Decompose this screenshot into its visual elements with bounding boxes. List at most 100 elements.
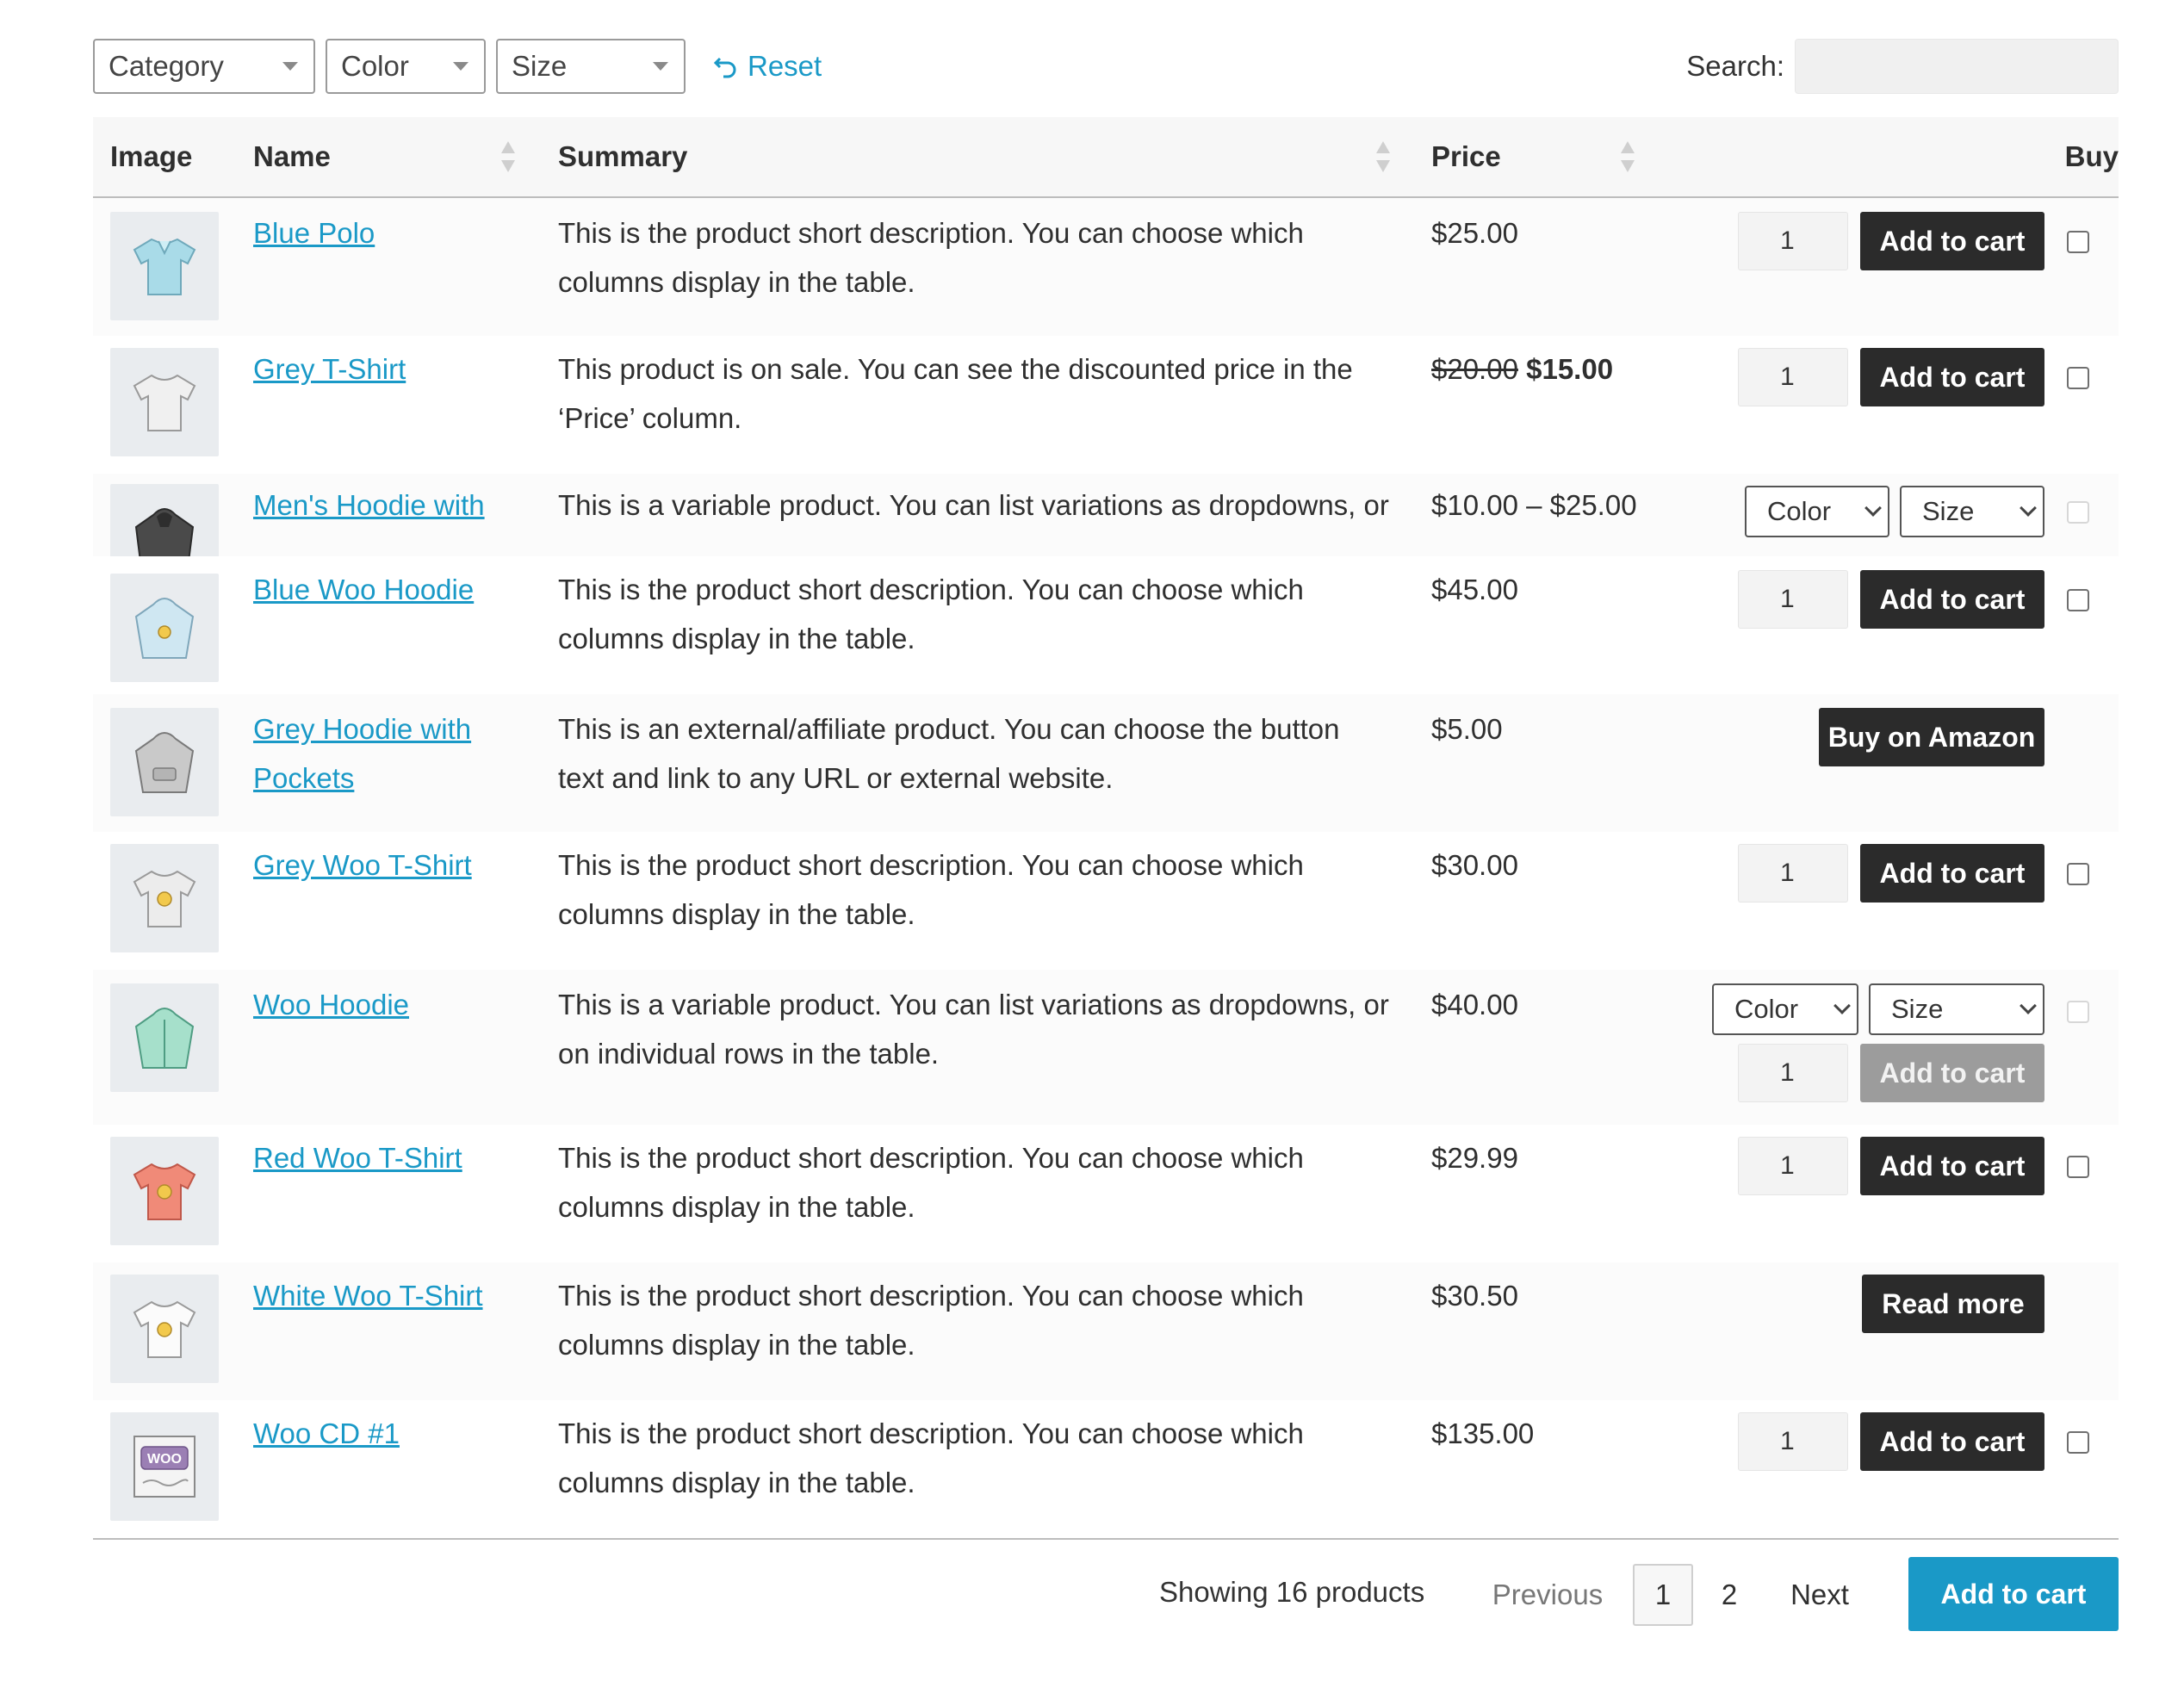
pagination-page-2[interactable]: 2 [1703, 1564, 1755, 1626]
grey-woo-tshirt-icon [133, 870, 196, 927]
product-price: $45.00 [1431, 574, 1518, 605]
product-summary: This is a variable product. You can list… [558, 489, 1389, 521]
select-checkbox[interactable] [2067, 589, 2089, 611]
variation-size-select[interactable]: Size [1869, 983, 2044, 1035]
summary-line: This product is on sale. You can see the… [558, 353, 1353, 385]
add-to-cart-button[interactable]: Add to cart [1860, 348, 2044, 406]
quantity-input[interactable]: 1 [1738, 1137, 1848, 1195]
quantity-input[interactable]: 1 [1738, 844, 1848, 903]
header-name[interactable]: Name [253, 117, 331, 196]
sort-icon[interactable] [1621, 141, 1635, 172]
blue-polo-shirt-icon [133, 238, 196, 295]
product-thumbnail[interactable] [110, 212, 219, 320]
variation-color-select[interactable]: Color [1712, 983, 1858, 1035]
quantity-input[interactable]: 1 [1738, 348, 1848, 406]
product-name-link[interactable]: Blue Polo [253, 208, 503, 257]
product-price: $25.00 [1431, 217, 1518, 249]
results-count: Showing 16 products [1159, 1576, 1425, 1608]
reset-label: Reset [748, 50, 822, 82]
select-checkbox[interactable] [2067, 367, 2089, 389]
product-name-line[interactable]: Pockets [253, 754, 503, 803]
quantity-input[interactable]: 1 [1738, 212, 1848, 270]
color-filter[interactable]: Color [326, 39, 486, 94]
grey-tshirt-icon [133, 374, 196, 431]
product-thumbnail[interactable] [110, 1137, 219, 1245]
quantity-input[interactable]: 1 [1738, 570, 1848, 629]
product-name-link[interactable]: Woo Hoodie [253, 980, 503, 1029]
sort-icon[interactable] [501, 141, 515, 172]
header-summary[interactable]: Summary [558, 117, 687, 196]
add-selected-to-cart-button[interactable]: Add to cart [1908, 1557, 2119, 1631]
summary-line: This is the product short description. Y… [558, 849, 1304, 881]
pagination-previous[interactable]: Previous [1492, 1564, 1604, 1626]
product-name-link[interactable]: Men's Hoodie with [253, 481, 503, 530]
product-name-link[interactable]: Blue Woo Hoodie [253, 565, 503, 614]
product-price: $5.00 [1431, 713, 1503, 745]
search-input[interactable] [1795, 39, 2119, 94]
summary-line: columns display in the table. [558, 1191, 915, 1223]
product-name-link[interactable]: Red Woo T-Shirt [253, 1133, 503, 1182]
blue-hoodie-icon [134, 598, 195, 659]
add-to-cart-button[interactable]: Add to cart [1860, 570, 2044, 629]
green-hoodie-icon [134, 1008, 195, 1069]
chevron-down-icon [2020, 499, 2037, 517]
select-checkbox[interactable] [2067, 501, 2089, 524]
quantity-input[interactable]: 1 [1738, 1044, 1848, 1102]
product-price: $135.00 [1431, 1417, 1535, 1449]
add-to-cart-button[interactable]: Add to cart [1860, 1137, 2044, 1195]
product-thumbnail[interactable] [110, 983, 219, 1092]
product-price: $20.00 $15.00 [1431, 344, 1613, 394]
product-thumbnail[interactable] [110, 844, 219, 952]
product-name-link[interactable]: White Woo T-Shirt [253, 1271, 503, 1320]
product-thumbnail[interactable]: WOO [110, 1412, 219, 1521]
white-tshirt-icon [133, 1300, 196, 1358]
add-to-cart-button[interactable]: Add to cart [1860, 212, 2044, 270]
select-checkbox[interactable] [2067, 863, 2089, 885]
product-name-link[interactable]: Grey T-Shirt [253, 344, 503, 394]
table-row: Blue Polo This is the product short desc… [93, 198, 2119, 336]
reset-link[interactable]: Reset [713, 50, 822, 83]
pagination-page-1[interactable]: 1 [1633, 1564, 1693, 1626]
caret-down-icon [653, 62, 668, 71]
add-to-cart-button[interactable]: Add to cart [1860, 1412, 2044, 1471]
regular-price: $20.00 [1431, 353, 1518, 385]
header-price[interactable]: Price [1431, 117, 1501, 196]
size-filter[interactable]: Size [496, 39, 686, 94]
product-name-link[interactable]: Grey Hoodie with Pockets [253, 704, 503, 803]
size-filter-label: Size [512, 50, 568, 82]
summary-line: This is an external/affiliate product. Y… [558, 713, 1340, 745]
select-checkbox[interactable] [2067, 1431, 2089, 1454]
product-thumbnail[interactable] [110, 348, 219, 456]
product-price: $30.50 [1431, 1280, 1518, 1312]
variation-color-select[interactable]: Color [1745, 486, 1889, 537]
select-checkbox[interactable] [2067, 1156, 2089, 1178]
woo-cd-icon: WOO [133, 1436, 195, 1498]
category-filter[interactable]: Category [93, 39, 315, 94]
quantity-input[interactable]: 1 [1738, 1412, 1848, 1471]
caret-down-icon [282, 62, 298, 71]
product-thumbnail[interactable] [110, 1275, 219, 1383]
pagination-next[interactable]: Next [1772, 1564, 1867, 1626]
product-thumbnail[interactable] [110, 708, 219, 816]
product-price: $30.00 [1431, 849, 1518, 881]
product-summary: This is a variable product. You can list… [558, 980, 1419, 1078]
product-name-link[interactable]: Grey Woo T-Shirt [253, 840, 503, 890]
buy-on-amazon-button[interactable]: Buy on Amazon [1819, 708, 2044, 766]
sort-icon[interactable] [1376, 141, 1390, 172]
summary-line: This is the product short description. Y… [558, 1280, 1304, 1312]
select-checkbox[interactable] [2067, 1001, 2089, 1023]
color-filter-label: Color [341, 50, 409, 82]
read-more-button[interactable]: Read more [1862, 1275, 2044, 1333]
table-row: Men's Hoodie with This is a variable pro… [93, 474, 2119, 556]
product-thumbnail[interactable] [110, 484, 219, 556]
product-name-link[interactable]: Woo CD #1 [253, 1409, 503, 1458]
summary-line: columns display in the table. [558, 1467, 915, 1498]
product-name-line[interactable]: Grey Hoodie with [253, 704, 503, 754]
summary-line: text and link to any URL or external web… [558, 762, 1114, 794]
add-to-cart-button[interactable]: Add to cart [1860, 1044, 2044, 1102]
product-thumbnail[interactable] [110, 574, 219, 682]
header-image: Image [110, 140, 193, 172]
variation-size-select[interactable]: Size [1900, 486, 2044, 537]
select-checkbox[interactable] [2067, 231, 2089, 253]
add-to-cart-button[interactable]: Add to cart [1860, 844, 2044, 903]
